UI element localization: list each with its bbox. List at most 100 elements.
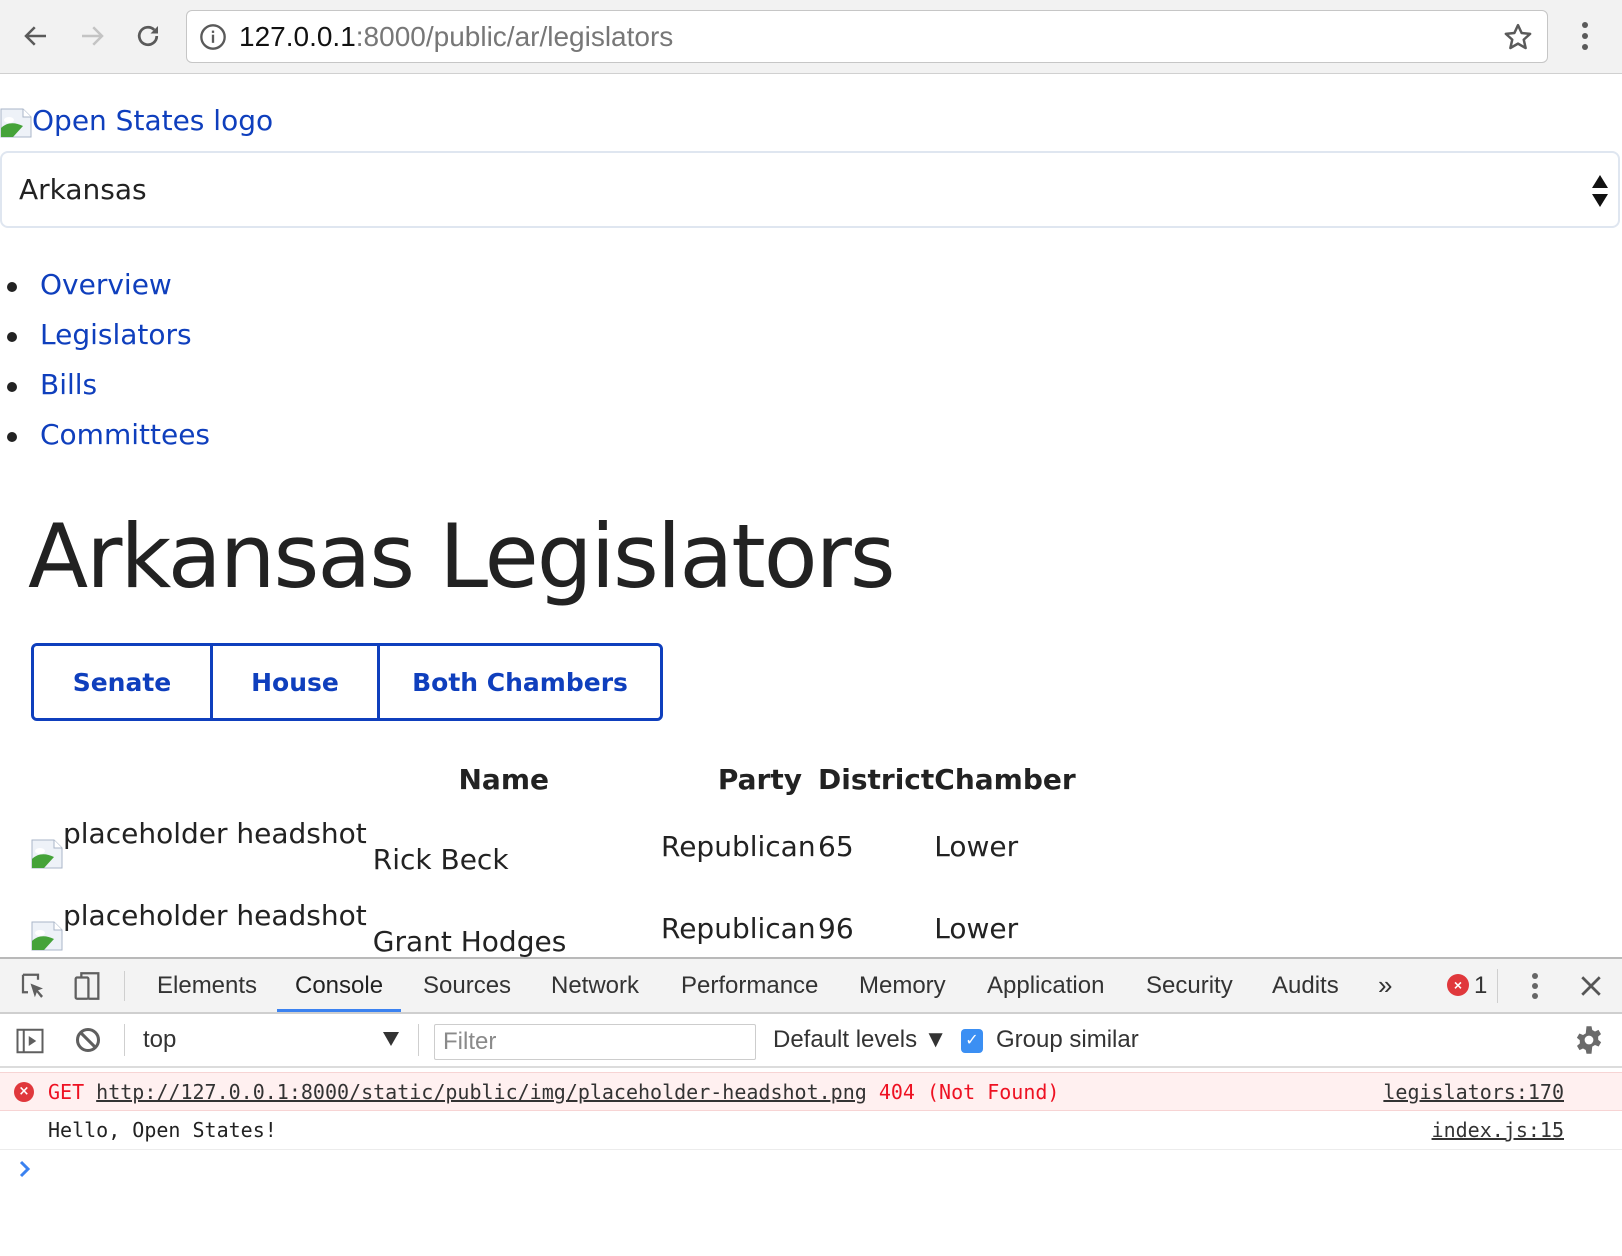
broken-image-icon bbox=[31, 832, 63, 869]
more-tabs-button[interactable]: » bbox=[1378, 959, 1392, 1012]
divider bbox=[1497, 969, 1498, 1003]
error-method: GET bbox=[48, 1080, 85, 1104]
header-name[interactable]: Name bbox=[31, 754, 661, 806]
header-chamber[interactable]: Chamber bbox=[934, 754, 1075, 806]
browser-menu-icon[interactable] bbox=[1572, 18, 1598, 54]
tab-security[interactable]: Security bbox=[1146, 959, 1233, 1012]
url-path: :8000/public/ar/legislators bbox=[355, 21, 674, 52]
headshot-image: placeholder headshot bbox=[31, 888, 373, 951]
nav-link-committees[interactable]: Committees bbox=[40, 418, 210, 451]
state-select-value: Arkansas bbox=[19, 173, 147, 206]
nav-link-bills[interactable]: Bills bbox=[40, 368, 97, 401]
senate-button[interactable]: Senate bbox=[34, 646, 210, 718]
header-party[interactable]: Party bbox=[661, 754, 818, 806]
chamber-cell: Lower bbox=[934, 912, 1019, 945]
chamber-cell: Lower bbox=[934, 830, 1019, 863]
chamber-filter-group: Senate House Both Chambers bbox=[31, 643, 663, 721]
legislators-table: Name Party District Chamber placeholder … bbox=[31, 754, 1076, 958]
page-title: Arkansas Legislators bbox=[28, 505, 896, 608]
console-toolbar: top Default levels ▼ ✓ Group similar bbox=[0, 1014, 1622, 1068]
bookmark-star-icon[interactable] bbox=[1503, 22, 1533, 52]
house-button[interactable]: House bbox=[210, 646, 377, 718]
divider bbox=[124, 1024, 125, 1056]
table-row: placeholder headshot Grant Hodges Republic… bbox=[31, 888, 1076, 958]
logo-alt-text: Open States logo bbox=[32, 104, 274, 137]
nav-link-legislators[interactable]: Legislators bbox=[40, 318, 192, 351]
group-similar-label[interactable]: Group similar bbox=[996, 1014, 1139, 1066]
legislator-name[interactable]: Rick Beck bbox=[373, 843, 509, 876]
nav-item-legislators: Legislators bbox=[0, 310, 210, 360]
nav-item-overview: Overview bbox=[0, 260, 210, 310]
nav-item-committees: Committees bbox=[0, 410, 210, 460]
inspect-element-icon[interactable] bbox=[18, 971, 48, 1001]
url-text[interactable]: 127.0.0.1:8000/public/ar/legislators bbox=[239, 20, 673, 54]
devtools-panel: Elements Console Sources Network Performance… bbox=[0, 957, 1622, 1256]
log-source-link[interactable]: index.js:15 bbox=[1432, 1111, 1564, 1150]
party-cell: Republican bbox=[661, 912, 816, 945]
reload-icon bbox=[137, 25, 159, 47]
tab-sources[interactable]: Sources bbox=[423, 959, 511, 1012]
select-arrows-icon bbox=[1592, 175, 1608, 207]
error-icon: × bbox=[14, 1082, 34, 1102]
tab-audits[interactable]: Audits bbox=[1272, 959, 1339, 1012]
gear-icon[interactable] bbox=[1574, 1025, 1604, 1055]
forward-button[interactable] bbox=[74, 18, 110, 54]
error-source-link[interactable]: legislators:170 bbox=[1383, 1073, 1564, 1112]
party-cell: Republican bbox=[661, 830, 816, 863]
console-prompt-icon[interactable] bbox=[18, 1159, 32, 1179]
error-text: GET http://127.0.0.1:8000/static/public/… bbox=[48, 1073, 1059, 1112]
divider bbox=[418, 1024, 419, 1056]
group-similar-checkbox[interactable]: ✓ bbox=[961, 1029, 983, 1053]
arrow-left-icon bbox=[24, 26, 46, 46]
state-select[interactable]: Arkansas bbox=[0, 151, 1620, 228]
tab-console[interactable]: Console bbox=[276, 959, 402, 1012]
tab-performance[interactable]: Performance bbox=[681, 959, 818, 1012]
district-cell: 65 bbox=[818, 830, 854, 863]
url-host: 127.0.0.1 bbox=[239, 21, 356, 52]
nav-link-overview[interactable]: Overview bbox=[40, 268, 172, 301]
browser-toolbar: 127.0.0.1:8000/public/ar/legislators bbox=[0, 0, 1622, 74]
page-content: Open States logo Arkansas Overview Legis… bbox=[0, 74, 1622, 958]
chevron-down-icon[interactable] bbox=[383, 1032, 399, 1046]
name-cell: placeholder headshot Rick Beck bbox=[31, 806, 661, 888]
headshot-alt-text: placeholder headshot bbox=[63, 899, 367, 932]
name-cell: placeholder headshot Grant Hodges bbox=[31, 888, 661, 958]
broken-image-icon bbox=[31, 914, 63, 951]
tab-network[interactable]: Network bbox=[551, 959, 639, 1012]
table-header-row: Name Party District Chamber bbox=[31, 754, 1076, 806]
table-row: placeholder headshot Rick Beck Republican 6… bbox=[31, 806, 1076, 888]
tab-elements[interactable]: Elements bbox=[157, 959, 257, 1012]
error-count[interactable]: 1 bbox=[1474, 959, 1487, 1012]
reload-button[interactable] bbox=[130, 18, 166, 54]
both-chambers-button[interactable]: Both Chambers bbox=[377, 646, 660, 718]
devtools-tab-bar: Elements Console Sources Network Performance… bbox=[0, 959, 1622, 1014]
error-url-link[interactable]: http://127.0.0.1:8000/static/public/img/… bbox=[96, 1080, 867, 1104]
devtools-menu-icon[interactable] bbox=[1528, 971, 1542, 1001]
header-district[interactable]: District bbox=[818, 754, 934, 806]
divider bbox=[124, 971, 125, 1001]
log-text: Hello, Open States! bbox=[48, 1118, 277, 1142]
headshot-image: placeholder headshot bbox=[31, 806, 373, 869]
close-devtools-icon[interactable] bbox=[1576, 971, 1606, 1001]
headshot-alt-text: placeholder headshot bbox=[63, 817, 367, 850]
district-cell: 96 bbox=[818, 912, 854, 945]
nav-item-bills: Bills bbox=[0, 360, 210, 410]
legislator-name[interactable]: Grant Hodges bbox=[373, 925, 567, 958]
console-error-message: × GET http://127.0.0.1:8000/static/publi… bbox=[0, 1072, 1622, 1111]
state-nav: Overview Legislators Bills Committees bbox=[0, 260, 210, 460]
open-states-logo-link[interactable]: Open States logo bbox=[0, 104, 273, 138]
info-icon[interactable] bbox=[199, 23, 227, 51]
address-bar[interactable]: 127.0.0.1:8000/public/ar/legislators bbox=[186, 10, 1548, 63]
context-select[interactable]: top bbox=[143, 1014, 176, 1066]
broken-image-icon bbox=[0, 108, 32, 138]
clear-console-icon[interactable] bbox=[74, 1026, 102, 1054]
sidebar-toggle-icon[interactable] bbox=[15, 1026, 45, 1056]
error-count-icon[interactable]: × bbox=[1447, 974, 1469, 996]
tab-memory[interactable]: Memory bbox=[859, 959, 946, 1012]
back-button[interactable] bbox=[18, 18, 54, 54]
log-levels-dropdown[interactable]: Default levels ▼ bbox=[773, 1014, 948, 1066]
tab-application[interactable]: Application bbox=[987, 959, 1104, 1012]
device-toolbar-icon[interactable] bbox=[70, 969, 104, 1003]
console-filter-input[interactable] bbox=[434, 1024, 756, 1060]
error-status: 404 (Not Found) bbox=[878, 1080, 1060, 1104]
